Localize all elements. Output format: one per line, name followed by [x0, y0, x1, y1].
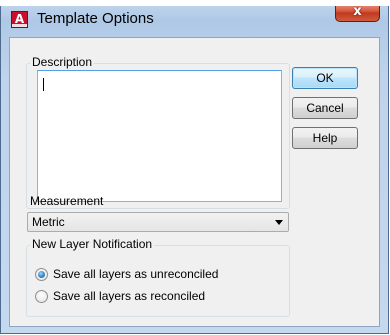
radio-label-unreconciled: Save all layers as unreconciled — [53, 267, 219, 281]
dialog-window: A Template Options x Description OK Canc… — [0, 0, 389, 334]
measurement-label: Measurement — [30, 194, 104, 208]
help-button[interactable]: Help — [292, 127, 358, 149]
chevron-down-icon — [275, 220, 283, 225]
autocad-icon: A — [11, 11, 28, 28]
radio-label-reconciled: Save all layers as reconciled — [53, 289, 206, 303]
title-bar[interactable]: A Template Options x — [1, 1, 388, 37]
dialog-body: Description OK Cancel Help Measurement M… — [9, 37, 380, 327]
radio-button-unreconciled[interactable] — [35, 268, 48, 281]
radio-button-reconciled[interactable] — [35, 290, 48, 303]
notification-label: New Layer Notification — [30, 237, 155, 251]
window-title: Template Options — [37, 10, 154, 27]
ok-button[interactable]: OK — [292, 67, 358, 89]
close-icon: x — [353, 4, 362, 19]
description-label: Description — [30, 55, 95, 69]
text-caret — [43, 78, 44, 91]
clipped-header-area — [0, 0, 390, 6]
notification-group — [26, 245, 290, 317]
cancel-button[interactable]: Cancel — [292, 97, 358, 119]
measurement-selected-value: Metric — [32, 215, 65, 229]
description-input[interactable] — [37, 70, 282, 202]
measurement-select[interactable]: Metric — [27, 212, 289, 232]
